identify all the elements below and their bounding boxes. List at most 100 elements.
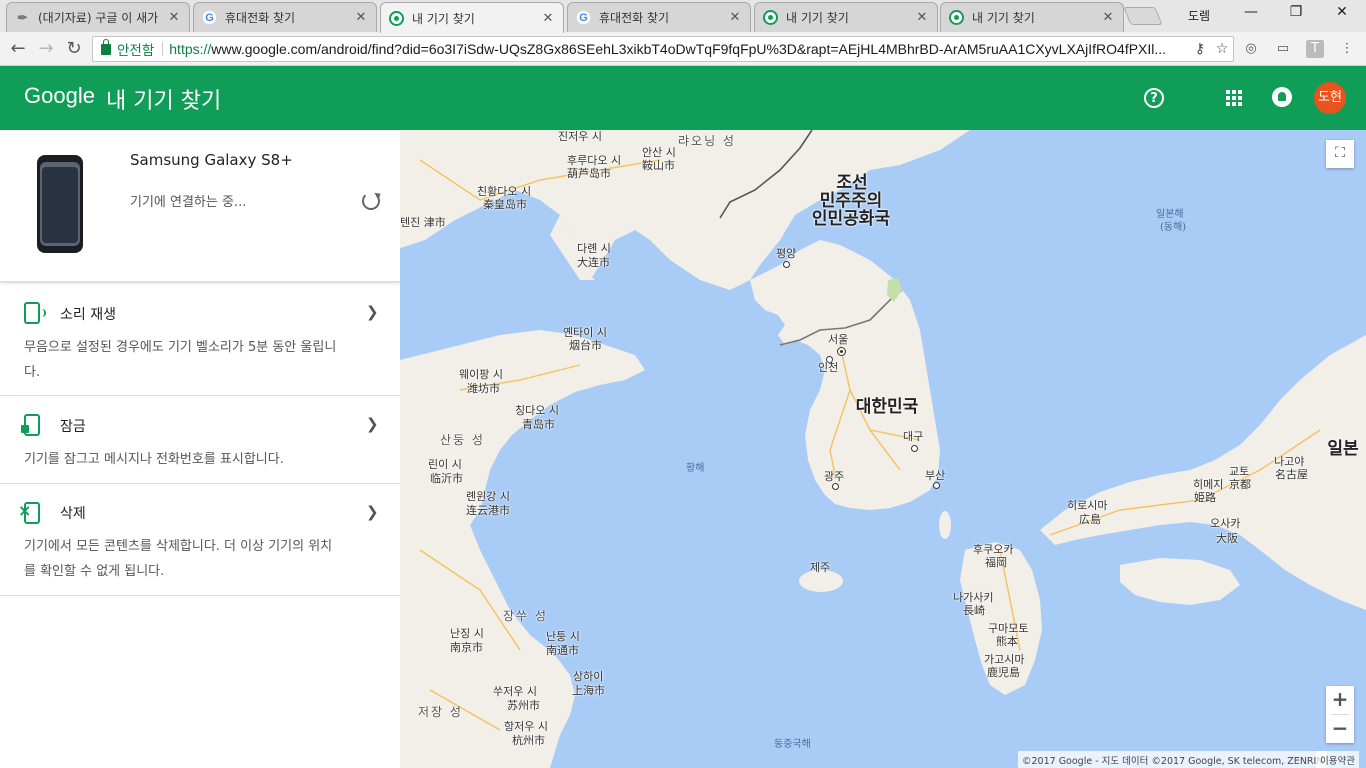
erase-phone-icon: [18, 501, 40, 524]
google-logo[interactable]: Google: [24, 83, 95, 109]
lock-icon: [101, 38, 111, 55]
browser-tab[interactable]: 내 기기 찾기 ✕: [940, 2, 1124, 32]
translate-icon[interactable]: T: [1306, 40, 1324, 58]
fullscreen-icon[interactable]: ⛶: [1326, 140, 1354, 168]
key-icon[interactable]: ⚷: [1189, 41, 1211, 57]
ringing-phone-icon: [24, 302, 46, 324]
back-arrow-icon[interactable]: ←: [6, 37, 30, 61]
browser-toolbar: ← → ↻ 안전함 https://www.google.com/android…: [0, 32, 1366, 66]
city-marker: [783, 261, 790, 268]
city-label: 텐진 津市: [400, 216, 446, 229]
city-label: 대구: [903, 430, 924, 443]
new-tab-button[interactable]: [1123, 7, 1163, 25]
zoom-out-button[interactable]: −: [1326, 715, 1354, 743]
close-tab-icon[interactable]: ✕: [915, 10, 929, 25]
city-label: 南通市: [546, 644, 579, 657]
minimize-icon[interactable]: —: [1228, 4, 1274, 24]
country-label: 일본: [1327, 439, 1359, 459]
map[interactable]: 조선 민주주의 인민공화국 대한민국 일본 일본해 (동해) 황해 동중국해 랴…: [400, 130, 1366, 768]
avatar[interactable]: 도현: [1314, 82, 1346, 114]
action-description: 기기를 잠그고 메시지나 전화번호를 표시합니다.: [24, 452, 284, 467]
reload-icon[interactable]: ↻: [62, 37, 86, 61]
device-status: 기기에 연결하는 중...: [130, 195, 247, 210]
map-attribution: ©2017 Google - 지도 데이터 ©2017 Google, SK t…: [1018, 751, 1328, 768]
city-label: 진저우 시: [558, 130, 602, 143]
help-icon[interactable]: ?: [1144, 88, 1164, 108]
city-label: 临沂市: [430, 472, 463, 485]
address-bar[interactable]: 안전함 https://www.google.com/android/find?…: [92, 36, 1234, 62]
cast-icon[interactable]: ▭: [1274, 40, 1292, 58]
city-label: 상하이: [573, 670, 604, 683]
profile-name[interactable]: 도렘: [1188, 7, 1210, 24]
lock-phone-icon: [21, 414, 40, 436]
land-tsushima: [939, 511, 951, 539]
menu-icon[interactable]: ⋮: [1338, 40, 1356, 58]
forward-arrow-icon[interactable]: →: [34, 37, 58, 61]
city-label: 린이 시: [428, 458, 462, 471]
city-marker: [933, 482, 940, 489]
city-label: 広島: [1079, 513, 1101, 526]
city-label: 秦皇岛市: [483, 198, 527, 211]
feather-icon: ✒: [17, 9, 28, 25]
tab-title: 휴대전화 찾기: [225, 11, 296, 25]
close-tab-icon[interactable]: ✕: [541, 11, 555, 26]
city-label: 가고시마: [984, 653, 1025, 666]
google-icon: G: [202, 10, 217, 25]
browser-tab[interactable]: G 휴대전화 찾기 ✕: [567, 2, 751, 32]
close-tab-icon[interactable]: ✕: [1101, 10, 1115, 25]
province-label: 장쑤 성: [503, 609, 548, 623]
url-text[interactable]: https://www.google.com/android/find?did=…: [169, 41, 1189, 57]
extension-icon[interactable]: ◎: [1242, 40, 1260, 58]
refresh-icon[interactable]: [362, 192, 380, 210]
capital-marker: [838, 348, 845, 355]
city-label: 웨이팡 시: [459, 368, 503, 381]
erase-action[interactable]: 삭제 ❯ 기기에서 모든 콘텐츠를 삭제합니다. 더 이상 기기의 위치를 확인…: [0, 484, 400, 596]
browser-tab[interactable]: 내 기기 찾기 ✕: [754, 2, 938, 32]
country-label: 인민공화국: [811, 209, 891, 229]
city-marker: [832, 483, 839, 490]
sea-label: 황해: [686, 463, 705, 474]
close-tab-icon[interactable]: ✕: [167, 10, 181, 25]
find-device-icon: [949, 10, 964, 25]
city-label: 친황다오 시: [477, 185, 532, 198]
city-label: 南京市: [450, 641, 483, 654]
tab-title: (대기자료) 구글 이 새가: [38, 11, 159, 25]
city-label: 나가사키: [953, 591, 994, 604]
city-label: 烟台市: [569, 339, 602, 352]
action-title: 잠금: [60, 419, 86, 435]
page-title: 내 기기 찾기: [106, 89, 222, 114]
city-label: 杭州市: [512, 734, 545, 747]
city-label: 광주: [824, 470, 845, 483]
city-label: 히로시마: [1067, 499, 1108, 512]
city-label: 인천: [818, 361, 839, 374]
city-label: 名古屋: [1275, 468, 1308, 481]
apps-grid-icon[interactable]: [1226, 90, 1242, 106]
action-description: 기기에서 모든 콘텐츠를 삭제합니다. 더 이상 기기의 위치를 확인할 수 없…: [24, 539, 333, 579]
city-label: 上海市: [572, 684, 605, 697]
browser-tab[interactable]: G 휴대전화 찾기 ✕: [193, 2, 377, 32]
sea-label: 동중국해: [774, 739, 811, 750]
browser-tab[interactable]: ✒ (대기자료) 구글 이 새가 ✕: [6, 2, 190, 32]
play-sound-action[interactable]: 소리 재생 ❯ 무음으로 설정된 경우에도 기기 벨소리가 5분 동안 울립니다…: [0, 282, 400, 396]
zoom-in-button[interactable]: +: [1326, 686, 1354, 714]
city-label: 连云港市: [466, 504, 510, 517]
city-label: 항저우 시: [504, 720, 548, 733]
province-label: 저장 성: [418, 705, 463, 719]
notifications-icon[interactable]: [1272, 87, 1292, 107]
tab-title: 내 기기 찾기: [786, 11, 849, 25]
find-device-icon: [389, 10, 404, 26]
close-tab-icon[interactable]: ✕: [354, 10, 368, 25]
city-label: 鹿児島: [987, 666, 1020, 679]
city-label: 大连市: [577, 256, 610, 269]
google-icon: G: [576, 10, 591, 25]
close-window-icon[interactable]: ✕: [1319, 4, 1365, 24]
maximize-icon[interactable]: ❐: [1273, 4, 1319, 24]
url-scheme: https://: [169, 41, 212, 57]
terms-link[interactable]: 이용약관: [1316, 751, 1359, 768]
bookmark-star-icon[interactable]: ☆: [1211, 41, 1233, 57]
lock-action[interactable]: 잠금 ❯ 기기를 잠그고 메시지나 전화번호를 표시합니다.: [0, 396, 400, 484]
browser-tab-active[interactable]: 내 기기 찾기 ✕: [380, 2, 564, 33]
close-tab-icon[interactable]: ✕: [728, 10, 742, 25]
divider: [162, 42, 164, 56]
city-label: 안산 시: [642, 146, 676, 159]
